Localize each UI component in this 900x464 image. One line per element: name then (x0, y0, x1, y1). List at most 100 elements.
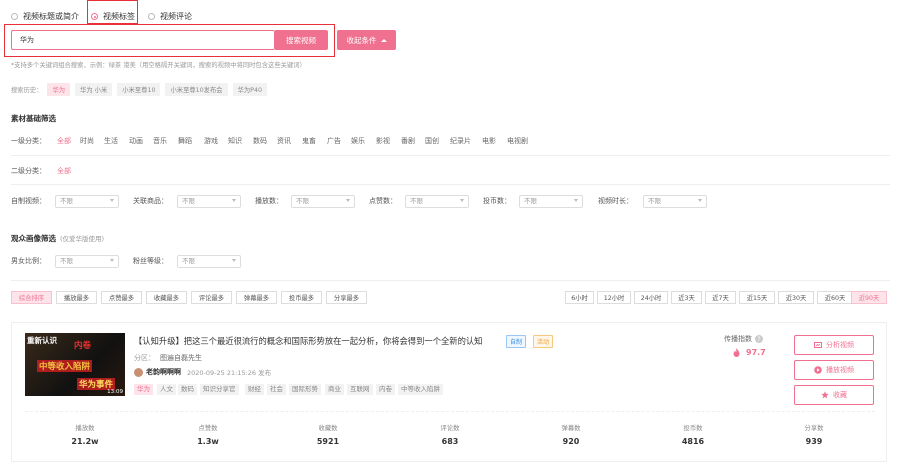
play-video-button[interactable]: 播放视频 (794, 360, 874, 380)
filter-label: 点赞数： (369, 197, 397, 205)
filter-select-gender-ratio[interactable]: 不限 (55, 255, 119, 268)
search-hint: *支持多个关键词组合搜索，示例：绿茶 港美（用空格隔开关键词，搜索的视频中将同时… (11, 62, 306, 69)
video-tag[interactable]: 商业 (325, 384, 344, 395)
range-option[interactable]: 近15天 (739, 291, 775, 304)
search-video-button[interactable]: 搜索视频 (274, 30, 328, 50)
stat-label: 分享数 (804, 425, 824, 432)
category-item[interactable]: 影视 (376, 136, 390, 146)
sort-option[interactable]: 弹幕最多 (236, 291, 277, 304)
category-item[interactable]: 国创 (425, 136, 439, 146)
video-tag[interactable]: 内卷 (376, 384, 395, 395)
filter-select-coins[interactable]: 不限 (519, 195, 583, 208)
radio-video-comments[interactable]: 视频评论 (148, 11, 192, 22)
history-item[interactable]: 华为 小米 (75, 83, 113, 96)
select-value: 不限 (524, 197, 537, 205)
chevron-down-icon (346, 199, 350, 202)
video-tag[interactable]: 知识分享官 (200, 384, 239, 395)
spread-label: 传播指数 (724, 335, 752, 343)
stat-value: 1.3w (197, 437, 219, 446)
range-option[interactable]: 24小时 (634, 291, 668, 304)
analyze-video-button[interactable]: 分析视频 (794, 335, 874, 355)
category-item[interactable]: 游戏 (204, 136, 218, 146)
video-tag[interactable]: 数码 (178, 384, 197, 395)
divider (11, 184, 890, 185)
sort-option[interactable]: 综合排序 (11, 291, 52, 304)
filter-label: 关联商品： (133, 197, 168, 205)
event-badge: 活动 (533, 335, 554, 348)
video-tag[interactable]: 人文 (157, 384, 176, 395)
category-item[interactable]: 数码 (253, 136, 267, 146)
filter-select-likes[interactable]: 不限 (405, 195, 469, 208)
range-option[interactable]: 近30天 (778, 291, 814, 304)
range-option[interactable]: 近60天 (817, 291, 853, 304)
video-tag[interactable]: 互联网 (347, 384, 373, 395)
subcategory-all[interactable]: 全部 (57, 166, 71, 176)
filter-label: 投币数： (483, 197, 511, 205)
filter-select-fan-level[interactable]: 不限 (177, 255, 241, 268)
sort-option[interactable]: 点赞最多 (101, 291, 142, 304)
filter-label: 粉丝等级： (133, 257, 168, 265)
thumbnail-caption: 内卷 (74, 341, 92, 351)
avatar[interactable] (134, 367, 143, 377)
category-item[interactable]: 生活 (104, 136, 118, 146)
sort-option[interactable]: 投币最多 (281, 291, 322, 304)
video-tag[interactable]: 财经 (245, 384, 264, 395)
category-item[interactable]: 电视剧 (507, 136, 528, 146)
favorite-button[interactable]: 收藏 (794, 385, 874, 405)
category-item[interactable]: 知识 (228, 136, 242, 146)
analyze-label: 分析视频 (826, 341, 854, 349)
category-item[interactable]: 番剧 (401, 136, 415, 146)
range-option[interactable]: 6小时 (565, 291, 594, 304)
category-all[interactable]: 全部 (57, 136, 71, 146)
filter-select-plays[interactable]: 不限 (291, 195, 355, 208)
category-item[interactable]: 时尚 (80, 136, 94, 146)
stat-plays: 播放数 21.2w (35, 423, 135, 446)
range-option[interactable]: 近3天 (671, 291, 702, 304)
category-item[interactable]: 广告 (327, 136, 341, 146)
collapse-conditions-button[interactable]: 收起条件 (337, 30, 396, 50)
chevron-down-icon (574, 199, 578, 202)
history-item[interactable]: 小米至尊10 (117, 83, 161, 96)
range-option[interactable]: 近90天 (851, 291, 887, 304)
sort-option[interactable]: 播放最多 (56, 291, 97, 304)
search-button-label: 搜索视频 (286, 35, 316, 45)
category-item[interactable]: 音乐 (153, 136, 167, 146)
video-tag[interactable]: 华为 (134, 384, 153, 395)
video-tag[interactable]: 社会 (267, 384, 286, 395)
category-item[interactable]: 动画 (129, 136, 143, 146)
stat-value: 21.2w (71, 437, 99, 446)
divider (11, 155, 890, 156)
author-name[interactable]: 老韵啊啊啊 (146, 367, 181, 377)
search-input[interactable] (11, 30, 274, 50)
help-icon[interactable]: ? (755, 335, 763, 343)
sort-option[interactable]: 评论最多 (191, 291, 232, 304)
filter-select-linked-goods[interactable]: 不限 (177, 195, 241, 208)
sort-option[interactable]: 收藏最多 (146, 291, 187, 304)
filter-select-self-made[interactable]: 不限 (55, 195, 119, 208)
video-tag[interactable]: 国际形势 (289, 384, 321, 395)
category-item[interactable]: 纪录片 (450, 136, 471, 146)
category-item[interactable]: 鬼畜 (302, 136, 316, 146)
self-made-badge: 自制 (506, 335, 527, 348)
category-item[interactable]: 娱乐 (351, 136, 365, 146)
video-tag[interactable]: 中等收入陷阱 (398, 384, 443, 395)
stat-value: 683 (441, 437, 459, 446)
audience-title: 观众画像筛选 (11, 234, 56, 243)
radio-video-tags[interactable]: 视频标签 (91, 11, 135, 22)
chevron-down-icon (110, 199, 114, 202)
video-thumbnail[interactable]: 重新认识 内卷 中等收入陷阱 华为事件 13:09 (25, 333, 125, 396)
category-label: 分区： (134, 354, 155, 362)
filter-select-duration[interactable]: 不限 (643, 195, 707, 208)
history-item[interactable]: 华为P40 (232, 83, 267, 96)
radio-title-intro[interactable]: 视频标题或简介 (11, 11, 79, 22)
sort-option[interactable]: 分享最多 (326, 291, 367, 304)
category-item[interactable]: 资讯 (277, 136, 291, 146)
category-item[interactable]: 舞蹈 (178, 136, 192, 146)
history-item[interactable]: 小米至尊10发布会 (165, 83, 228, 96)
range-option[interactable]: 近7天 (705, 291, 736, 304)
range-option[interactable]: 12小时 (597, 291, 631, 304)
category-item[interactable]: 电影 (482, 136, 496, 146)
chevron-down-icon (698, 199, 702, 202)
video-title[interactable]: 【认知升级】把这三个最近很流行的概念和国际形势放在一起分析，你将会得到一个全新的… (134, 335, 482, 347)
history-item[interactable]: 华为 (47, 83, 71, 96)
